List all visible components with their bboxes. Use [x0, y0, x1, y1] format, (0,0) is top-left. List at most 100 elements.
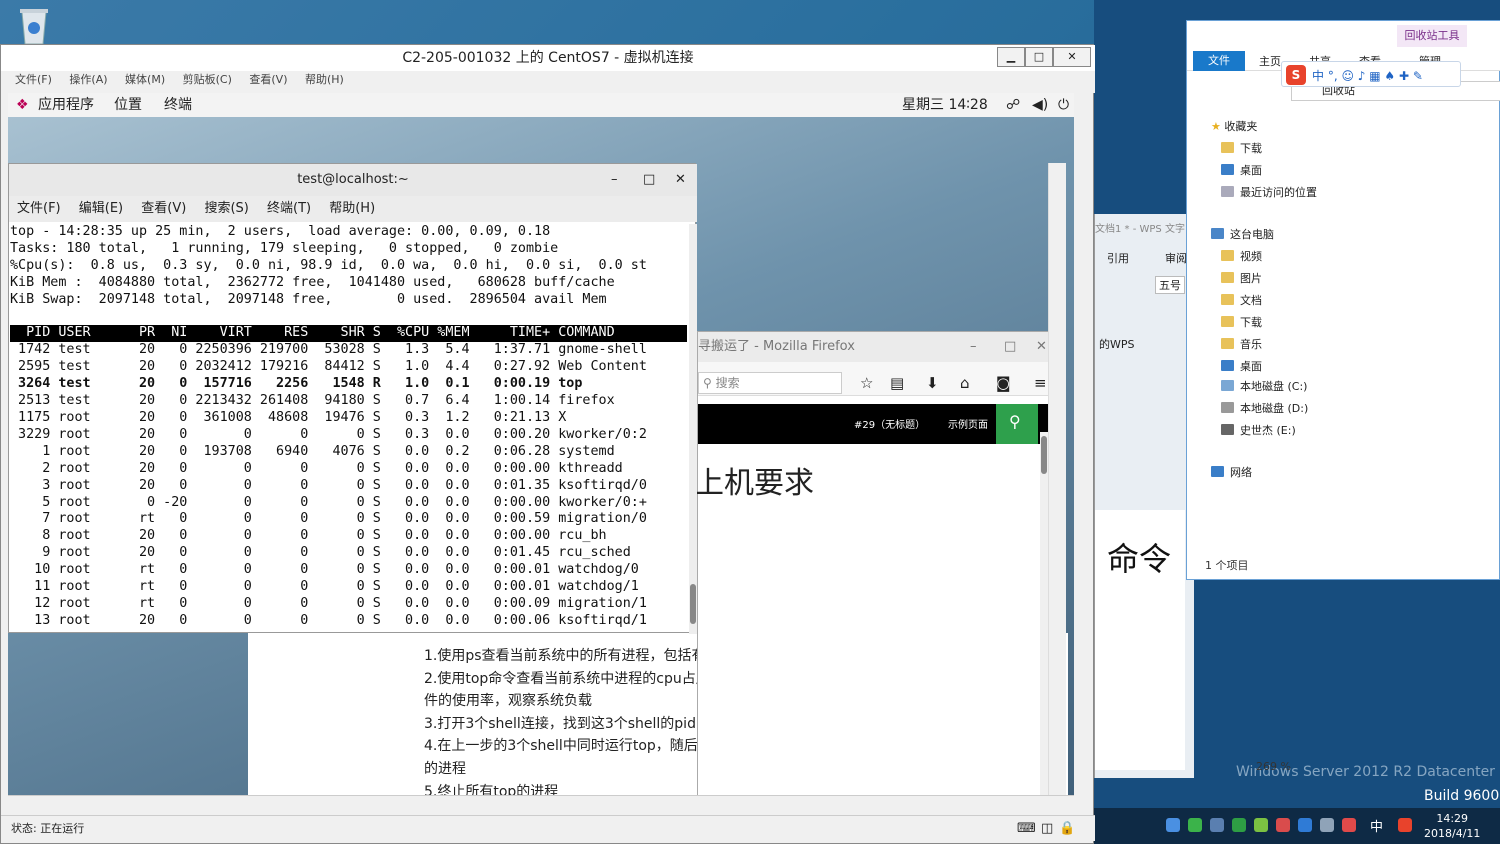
folder-icon	[1221, 338, 1234, 349]
nav-music[interactable]: 音乐	[1221, 335, 1262, 355]
tray-icon[interactable]	[1254, 818, 1268, 832]
tab-home[interactable]: 主页	[1259, 53, 1281, 69]
menu-media[interactable]: 媒体(M)	[125, 73, 165, 86]
nav-favorites[interactable]: ★ 收藏夹	[1211, 117, 1257, 137]
tray-icon[interactable]	[1210, 818, 1224, 832]
menu-view[interactable]: 查看(V)	[249, 73, 287, 86]
gnome-terminal-window[interactable]: test@localhost:~ – □ ✕ 文件(F) 编辑(E) 查看(V)…	[8, 163, 697, 634]
terminal-titlebar: test@localhost:~ – □ ✕	[9, 164, 697, 196]
maximize-button[interactable]: □	[1025, 47, 1053, 67]
tab-file[interactable]: 文件	[1193, 51, 1245, 71]
menu-hamburger-icon[interactable]: ≡	[1034, 374, 1047, 392]
menu-file[interactable]: 文件(F)	[15, 73, 52, 86]
nav-drive-c[interactable]: 本地磁盘 (C:)	[1221, 377, 1307, 397]
minimize-button[interactable]: ▁	[997, 47, 1025, 67]
gnome-places[interactable]: 位置	[114, 93, 142, 117]
pocket-icon[interactable]: ◙	[996, 374, 1011, 392]
firefox-window[interactable]: 寻搬运了 - Mozilla Firefox – □ ✕ ⚲ 搜索 ☆ ▤ ⬇ …	[694, 331, 1058, 795]
wps-tab-reference[interactable]: 引用	[1107, 250, 1129, 266]
gnome-top-bar: ❖ 应用程序 位置 终端 星期三 14∶28 ☍ ◀) ⏻	[8, 93, 1074, 117]
host-clock[interactable]: 14:29 2018/4/11	[1424, 811, 1480, 841]
vm-menubar: 文件(F) 操作(A) 媒体(M) 剪贴板(C) 查看(V) 帮助(H)	[1, 71, 1095, 93]
recycle-bin-icon[interactable]	[14, 6, 54, 46]
nav-drive-d[interactable]: 本地磁盘 (D:)	[1221, 399, 1308, 419]
menu-action[interactable]: 操作(A)	[69, 73, 107, 86]
desktop-icon	[1221, 360, 1234, 371]
nav-downloads[interactable]: 下载	[1221, 139, 1262, 159]
guest-screen[interactable]: ❖ 应用程序 位置 终端 星期三 14∶28 ☍ ◀) ⏻ 1.使用ps查看当前…	[8, 93, 1074, 795]
nav-downloads-pc[interactable]: 下载	[1221, 313, 1262, 333]
nav-recent[interactable]: 最近访问的位置	[1221, 183, 1317, 203]
flag-tray-icon[interactable]	[1342, 818, 1356, 832]
ime-tray-icon[interactable]: 中	[1370, 816, 1383, 835]
term-menu-file[interactable]: 文件(F)	[17, 201, 61, 216]
menu-help[interactable]: 帮助(H)	[305, 73, 344, 86]
vm-connection-window[interactable]: C2-205-001032 上的 CentOS7 - 虚拟机连接 ▁ □ ✕ 文…	[0, 44, 1095, 844]
term-minimize-button[interactable]: –	[611, 164, 618, 196]
home-icon[interactable]: ⌂	[960, 374, 970, 392]
site-tab-label[interactable]: #29（无标题）	[854, 416, 925, 431]
term-close-button[interactable]: ✕	[675, 164, 686, 196]
tray-icon[interactable]	[1232, 818, 1246, 832]
drive-icon	[1221, 380, 1234, 391]
recycle-bin-tools-tab[interactable]: 回收站工具	[1397, 25, 1467, 47]
bookmark-star-icon[interactable]: ☆	[860, 374, 873, 392]
wps-heading: 命令	[1107, 540, 1172, 578]
wps-zoom[interactable]: 269 %	[1256, 760, 1291, 773]
term-menu-terminal[interactable]: 终端(T)	[267, 201, 311, 216]
terminal-output[interactable]: top - 14:28:35 up 25 min, 2 users, load …	[9, 224, 687, 634]
term-maximize-button[interactable]: □	[643, 164, 655, 196]
ime-mode-icon[interactable]: 中 °, ☺ ♪ ▦ ♠ ✚ ✎	[1312, 67, 1423, 84]
search-icon: ⚲	[1009, 412, 1021, 431]
term-menu-view[interactable]: 查看(V)	[141, 201, 186, 216]
term-menu-edit[interactable]: 编辑(E)	[79, 201, 123, 216]
nav-network[interactable]: 网络	[1211, 463, 1252, 483]
site-search-button[interactable]: ⚲	[996, 404, 1038, 444]
font-size-select[interactable]: 五号	[1155, 276, 1185, 294]
ff-maximize-button[interactable]: □	[1004, 332, 1016, 362]
sogou-ime-toolbar[interactable]: S 中 °, ☺ ♪ ▦ ♠ ✚ ✎	[1281, 61, 1461, 87]
site-example-link[interactable]: 示例页面	[948, 416, 988, 431]
wps-window[interactable]: 文档1 * - WPS 文字 引用 审阅 五号 的WPS 命令	[1094, 214, 1194, 778]
top-summary-line: KiB Mem : 4084880 total, 2362772 free, 1…	[10, 274, 615, 290]
network-tray-icon[interactable]	[1320, 818, 1334, 832]
nav-desktop[interactable]: 桌面	[1221, 161, 1262, 181]
nav-drive-e[interactable]: 史世杰 (E:)	[1221, 421, 1296, 441]
tray-icon[interactable]	[1166, 818, 1180, 832]
vm-horizontal-scrollbar[interactable]	[8, 795, 1074, 813]
ff-minimize-button[interactable]: –	[970, 332, 977, 362]
volume-icon[interactable]: ◀)	[1032, 93, 1048, 117]
wps-tab-review[interactable]: 审阅	[1165, 250, 1187, 266]
ff-close-button[interactable]: ✕	[1036, 332, 1047, 362]
nav-documents[interactable]: 文档	[1221, 291, 1262, 311]
network-icon[interactable]: ☍	[1006, 93, 1020, 117]
process-row: 3 root 20 0 0 0 0 S 0.0 0.0 0:01.35 ksof…	[10, 477, 647, 493]
term-menu-help[interactable]: 帮助(H)	[329, 201, 375, 216]
firefox-search-input[interactable]: ⚲ 搜索	[698, 372, 842, 394]
tray-icon[interactable]	[1298, 818, 1312, 832]
firefox-scrollbar[interactable]	[1040, 432, 1048, 795]
tray-icon[interactable]	[1188, 818, 1202, 832]
gnome-foot-icon: ❖	[16, 97, 29, 113]
menu-clipboard[interactable]: 剪贴板(C)	[183, 73, 232, 86]
gnome-terminal-menu[interactable]: 终端	[164, 93, 192, 117]
gnome-clock[interactable]: 星期三 14∶28	[902, 93, 988, 117]
power-icon[interactable]: ⏻	[1058, 93, 1069, 117]
nav-pictures[interactable]: 图片	[1221, 269, 1262, 289]
nav-videos[interactable]: 视频	[1221, 247, 1262, 267]
nav-this-pc[interactable]: 这台电脑	[1211, 225, 1274, 245]
top-summary-line: KiB Swap: 2097148 total, 2097148 free, 0…	[10, 291, 607, 307]
download-icon[interactable]: ⬇	[926, 374, 939, 392]
terminal-scrollbar[interactable]	[689, 224, 697, 634]
close-button[interactable]: ✕	[1053, 47, 1091, 67]
file-explorer-window[interactable]: 回收站工具 主页 共享 查看 管理 文件 回收站 S 中 °, ☺ ♪ ▦ ♠ …	[1186, 20, 1500, 580]
nav-desktop-pc[interactable]: 桌面	[1221, 357, 1262, 377]
gnome-applications[interactable]: 应用程序	[38, 93, 94, 117]
term-menu-search[interactable]: 搜索(S)	[204, 201, 248, 216]
library-icon[interactable]: ▤	[890, 374, 904, 392]
guest-vertical-scrollbar[interactable]	[1048, 163, 1066, 795]
network-icon	[1211, 466, 1224, 477]
sogou-tray-icon[interactable]	[1398, 818, 1412, 832]
wps-doc-tab[interactable]: 的WPS	[1099, 336, 1135, 352]
tray-icon[interactable]	[1276, 818, 1290, 832]
